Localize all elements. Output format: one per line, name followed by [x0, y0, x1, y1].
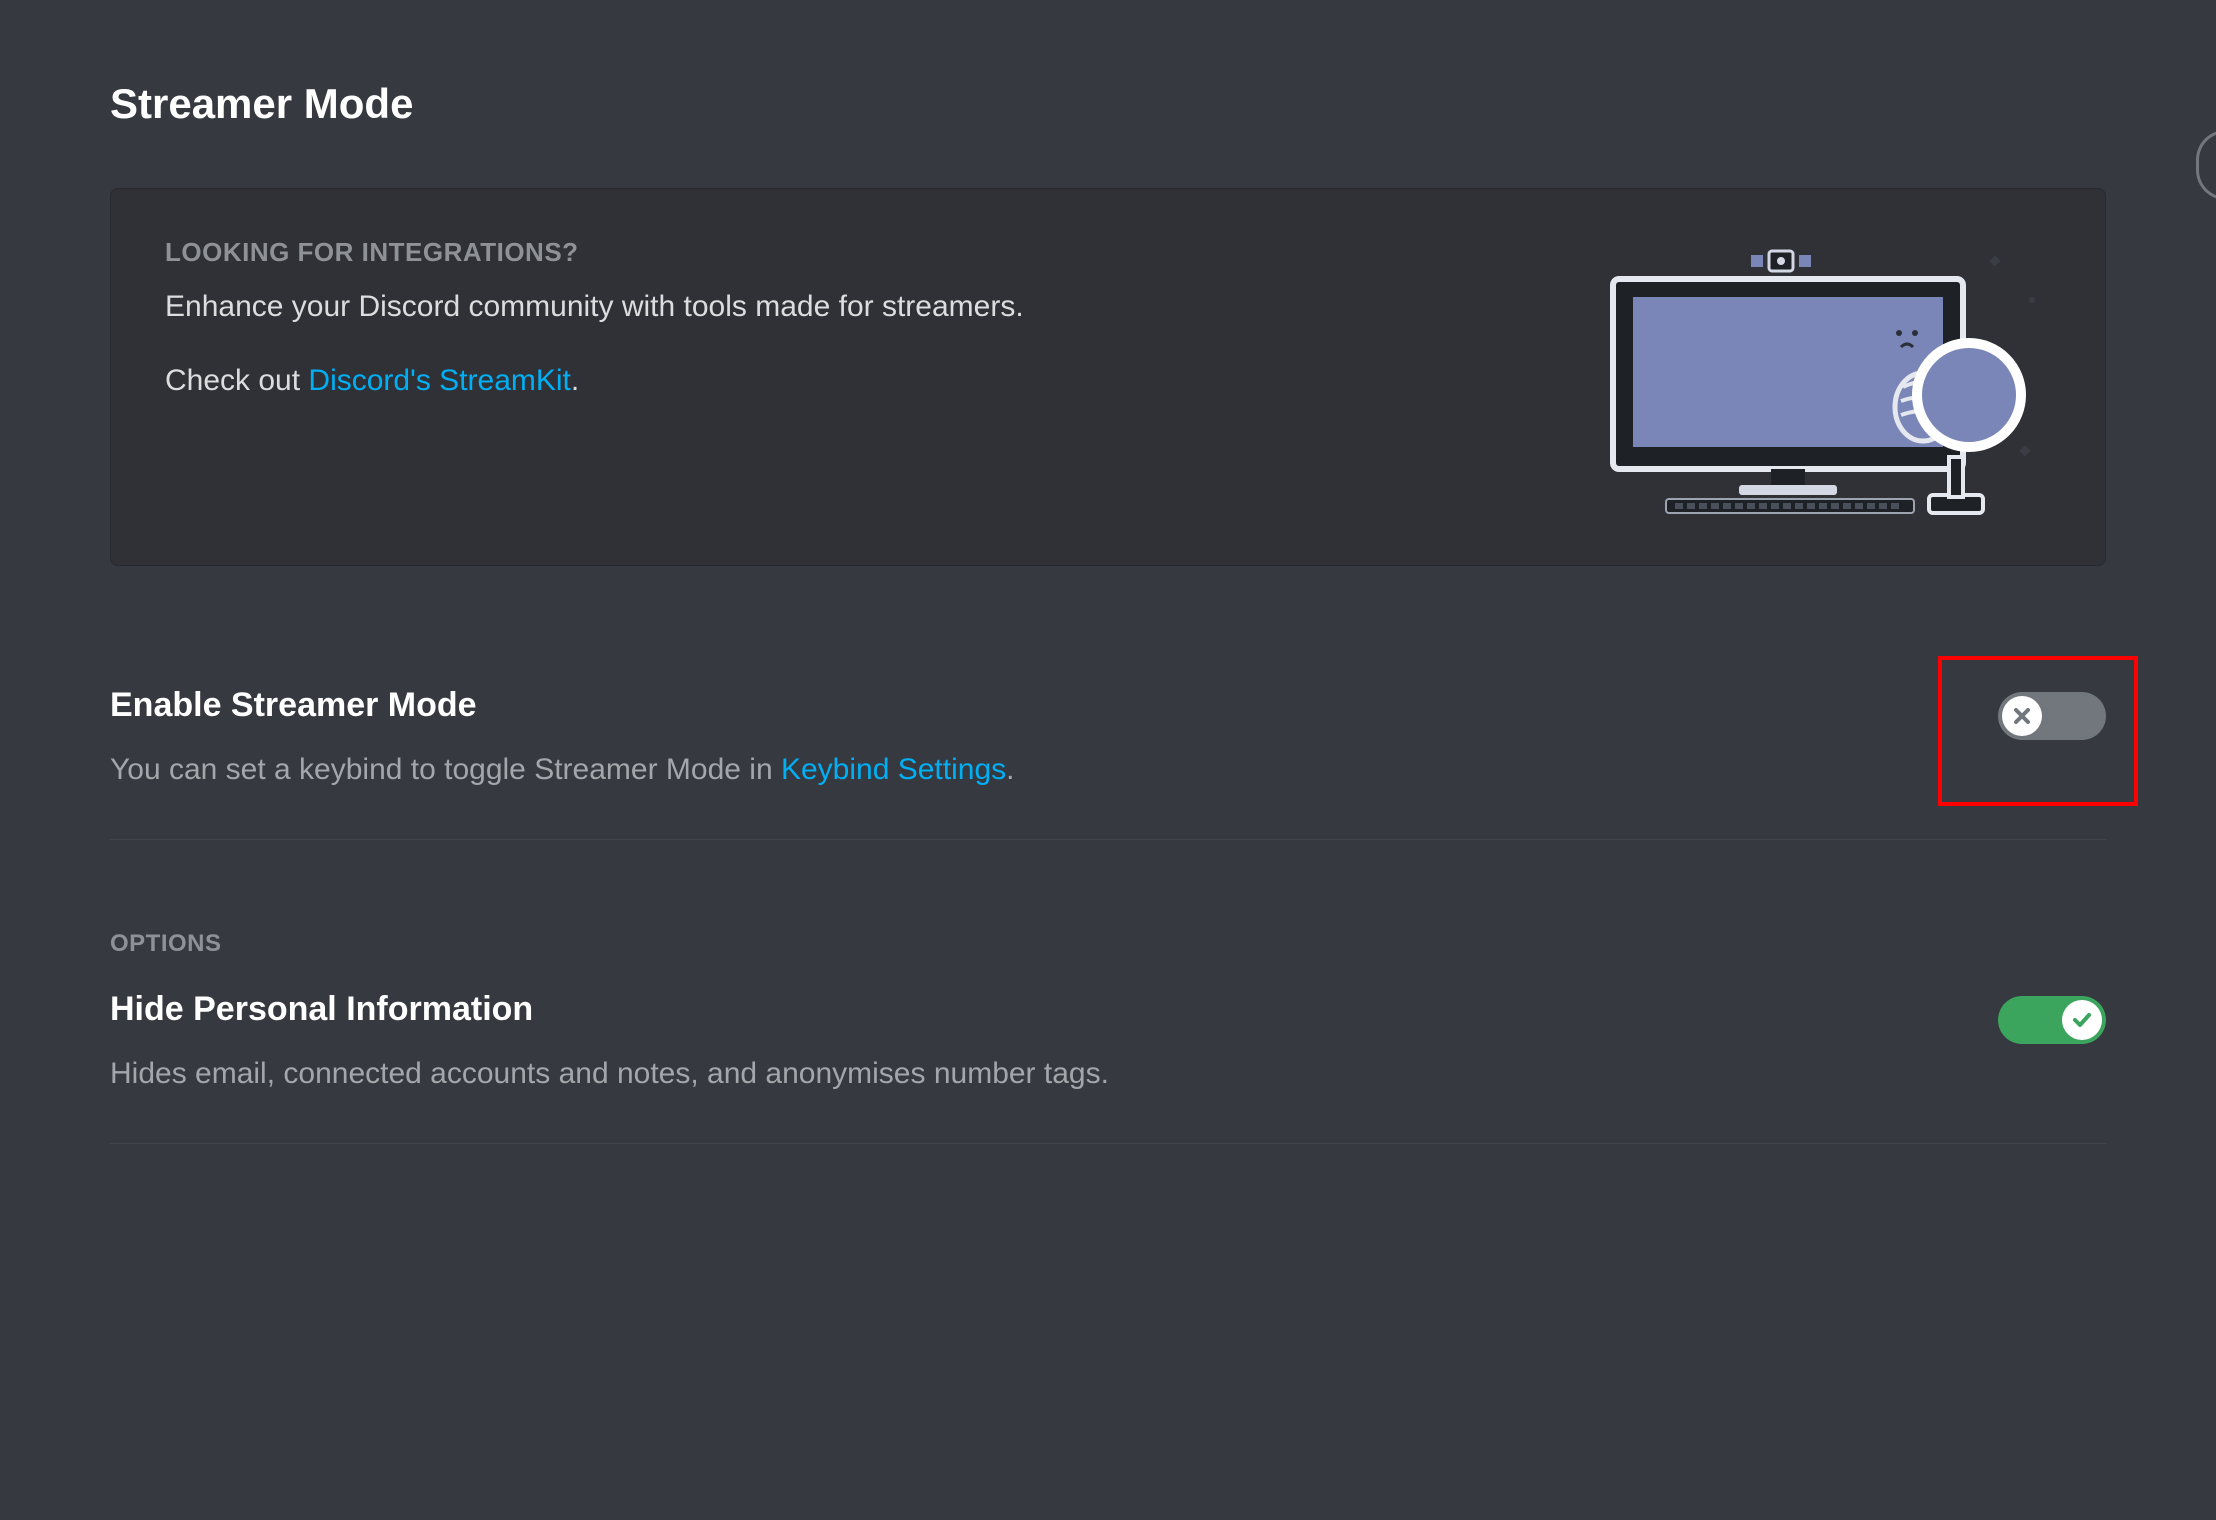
- promo-checkout-prefix: Check out: [165, 364, 308, 397]
- streamkit-link[interactable]: Discord's StreamKit: [308, 364, 570, 397]
- toggle-knob: [2002, 696, 2042, 736]
- enable-streamer-mode-title: Enable Streamer Mode: [110, 686, 1958, 725]
- integrations-promo-card: LOOKING FOR INTEGRATIONS? Enhance your D…: [110, 188, 2106, 566]
- x-icon: [2010, 704, 2034, 728]
- keybind-settings-link[interactable]: Keybind Settings: [781, 753, 1006, 786]
- hide-personal-info-toggle[interactable]: [1998, 996, 2106, 1044]
- toggle-knob: [2062, 1000, 2102, 1040]
- enable-streamer-mode-row: Enable Streamer Mode You can set a keybi…: [110, 686, 2106, 840]
- promo-illustration: [1551, 237, 2051, 517]
- enable-desc-suffix: .: [1006, 753, 1014, 786]
- page-title: Streamer Mode: [110, 80, 2106, 128]
- promo-checkout: Check out Discord's StreamKit.: [165, 364, 1511, 398]
- enable-streamer-mode-desc: You can set a keybind to toggle Streamer…: [110, 749, 1958, 791]
- options-section-header: OPTIONS: [110, 930, 2106, 958]
- check-icon: [2070, 1008, 2094, 1032]
- enable-desc-prefix: You can set a keybind to toggle Streamer…: [110, 753, 781, 786]
- hide-personal-info-title: Hide Personal Information: [110, 990, 1958, 1029]
- promo-text: LOOKING FOR INTEGRATIONS? Enhance your D…: [165, 237, 1551, 398]
- promo-eyebrow: LOOKING FOR INTEGRATIONS?: [165, 237, 1511, 268]
- hide-personal-info-desc: Hides email, connected accounts and note…: [110, 1053, 1958, 1095]
- promo-description: Enhance your Discord community with tool…: [165, 286, 1511, 328]
- enable-streamer-mode-toggle[interactable]: [1998, 692, 2106, 740]
- promo-checkout-suffix: .: [571, 364, 579, 397]
- hide-personal-info-row: Hide Personal Information Hides email, c…: [110, 990, 2106, 1144]
